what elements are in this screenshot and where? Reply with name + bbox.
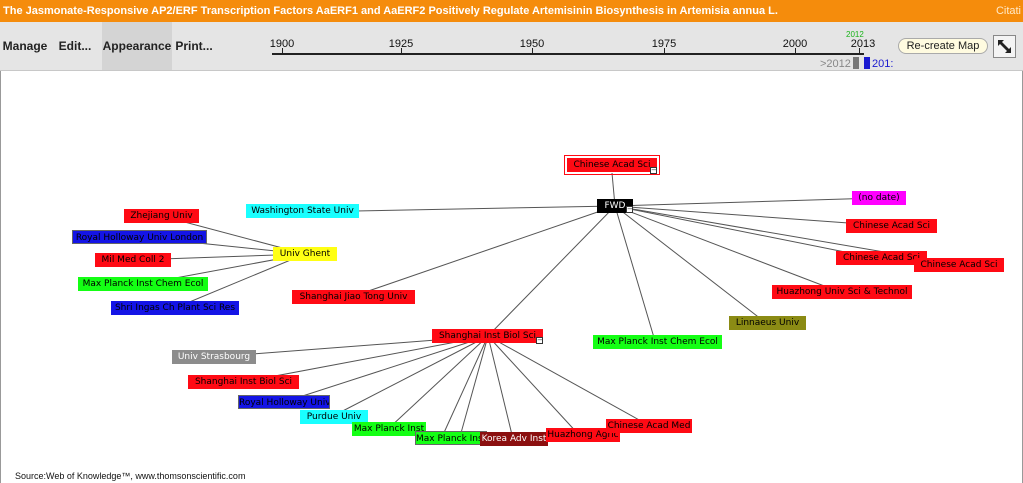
range-end-label: 201:	[872, 58, 894, 70]
node-shanghai-jiao-tong[interactable]: Shanghai Jiao Tong Univ	[292, 290, 415, 304]
timeline-slider[interactable]: 2012 1900 1925 1950 1975 2000 2013	[268, 24, 875, 72]
range-end-handle[interactable]	[864, 57, 870, 69]
node-univ-strasbourg[interactable]: Univ Strasbourg	[172, 350, 256, 364]
collapse-icon[interactable]: −	[626, 206, 633, 213]
node-chinese-acad-med[interactable]: Chinese Acad Med	[606, 419, 692, 433]
citation-map: Chinese Acad Sci − FWD − (no date) Chine…	[0, 71, 1023, 483]
node-max-planck-inst-2[interactable]: Max Planck Inst	[415, 431, 487, 445]
collapse-icon[interactable]: −	[536, 337, 543, 344]
node-shanghai-inst-biol-sci-left[interactable]: Shanghai Inst Biol Sci	[188, 375, 299, 389]
menu-print[interactable]: Print...	[172, 22, 216, 70]
title-bar: The Jasmonate-Responsive AP2/ERF Transcr…	[0, 0, 1023, 22]
node-chinese-acad-sci[interactable]: Chinese Acad Sci	[846, 219, 937, 233]
menu-appearance[interactable]: Appearance	[102, 22, 172, 70]
node-shanghai-inst-biol-sci[interactable]: Shanghai Inst Biol Sci	[432, 329, 543, 343]
node-korea-adv-inst[interactable]: Korea Adv Inst	[480, 432, 548, 446]
paper-title: The Jasmonate-Responsive AP2/ERF Transcr…	[3, 5, 778, 17]
node-zhejiang-univ[interactable]: Zhejiang Univ	[124, 209, 199, 223]
node-no-date[interactable]: (no date)	[852, 191, 906, 205]
citation-link[interactable]: Citati	[996, 0, 1021, 22]
node-royal-holloway[interactable]: Royal Holloway Univ London	[72, 230, 207, 244]
source-attribution: Source:Web of Knowledge™, www.thomsonsci…	[15, 471, 246, 481]
menu-manage[interactable]: Manage	[0, 22, 50, 70]
menu-edit[interactable]: Edit...	[50, 22, 100, 70]
node-univ-ghent[interactable]: Univ Ghent	[273, 247, 337, 261]
node-max-planck-chem-ecol-left[interactable]: Max Planck Inst Chem Ecol	[78, 277, 208, 291]
node-washington-state-univ[interactable]: Washington State Univ	[246, 204, 359, 218]
range-start-label: >2012	[820, 58, 851, 70]
node-plant-sci-res[interactable]: Shri Ingas Ch Plant Sci Res	[111, 301, 239, 315]
node-chinese-acad-sci-top[interactable]: Chinese Acad Sci	[567, 158, 657, 172]
node-royal-holloway-lower[interactable]: Royal Holloway Univ	[238, 395, 330, 409]
expand-arrows-icon	[998, 40, 1011, 53]
node-mil-med-coll[interactable]: Mil Med Coll 2	[95, 253, 171, 267]
node-max-planck-chem-ecol[interactable]: Max Planck Inst Chem Ecol	[593, 335, 722, 349]
range-start-handle[interactable]	[853, 57, 859, 69]
node-chinese-acad-sci[interactable]: Chinese Acad Sci	[914, 258, 1004, 272]
timeline-ticks	[282, 48, 860, 55]
fullscreen-button[interactable]	[993, 35, 1016, 58]
node-linnaeus-univ[interactable]: Linnaeus Univ	[729, 316, 806, 330]
collapse-icon[interactable]: −	[650, 167, 657, 174]
recreate-map-button[interactable]: Re-create Map	[898, 38, 988, 54]
node-huazhong-univ[interactable]: Huazhong Univ Sci & Technol	[772, 285, 912, 299]
